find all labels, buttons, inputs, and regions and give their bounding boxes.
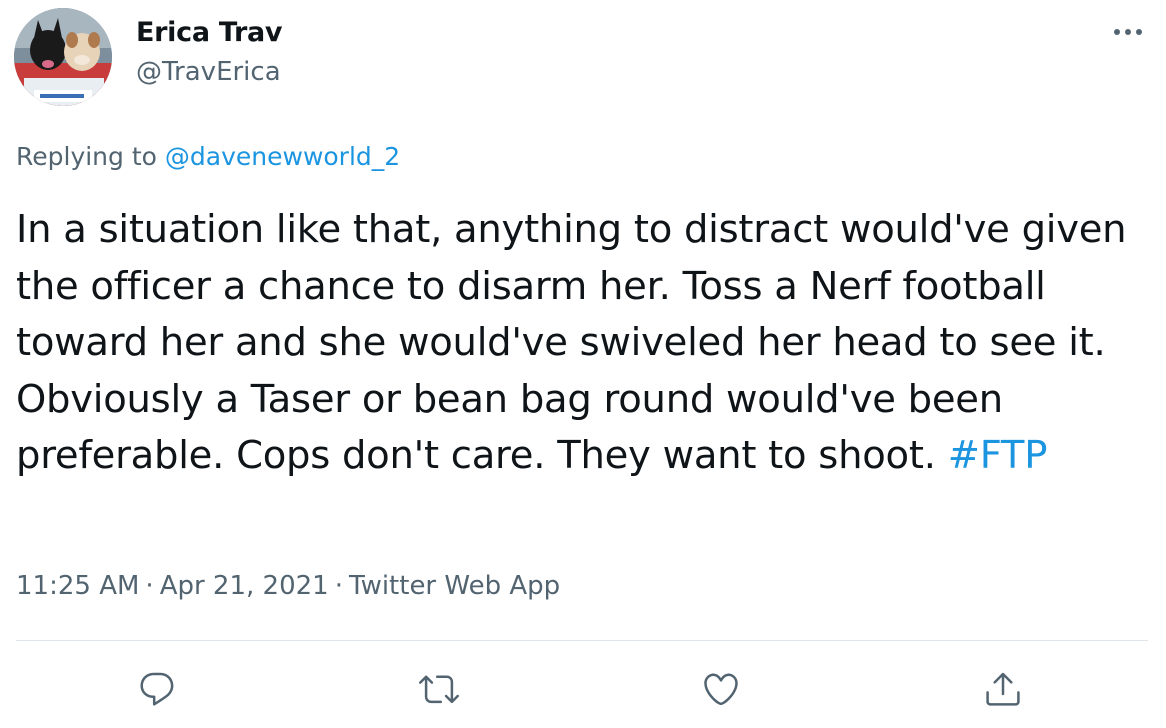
retweet-button[interactable] bbox=[416, 666, 462, 712]
share-button[interactable] bbox=[980, 666, 1026, 712]
tweet-date[interactable]: Apr 21, 2021 bbox=[160, 571, 329, 601]
like-button[interactable] bbox=[698, 666, 744, 712]
hashtag-link[interactable]: #FTP bbox=[948, 433, 1048, 478]
reply-icon bbox=[140, 672, 174, 706]
share-icon bbox=[986, 672, 1020, 706]
divider bbox=[16, 640, 1148, 641]
author-display-name[interactable]: Erica Trav bbox=[136, 17, 283, 48]
tweet-time[interactable]: 11:25 AM bbox=[16, 571, 139, 601]
avatar-image bbox=[14, 8, 112, 106]
tweet-metadata: 11:25 AM · Apr 21, 2021 · Twitter Web App bbox=[16, 571, 560, 601]
meta-separator: · bbox=[334, 571, 343, 601]
author-handle[interactable]: @TravErica bbox=[136, 57, 281, 87]
tweet-text: In a situation like that, anything to di… bbox=[16, 202, 1146, 485]
like-icon bbox=[704, 673, 738, 706]
reply-mention-link[interactable]: @davenewworld_2 bbox=[165, 142, 400, 171]
retweet-icon bbox=[419, 675, 459, 704]
replying-to: Replying to @davenewworld_2 bbox=[16, 142, 400, 171]
reply-button[interactable] bbox=[134, 666, 180, 712]
more-options-button[interactable] bbox=[1108, 14, 1148, 50]
avatar[interactable] bbox=[14, 8, 112, 106]
more-horizontal-icon bbox=[1114, 29, 1142, 35]
meta-separator: · bbox=[145, 571, 154, 601]
replying-to-label: Replying to bbox=[16, 142, 157, 171]
tweet-source[interactable]: Twitter Web App bbox=[349, 571, 560, 601]
